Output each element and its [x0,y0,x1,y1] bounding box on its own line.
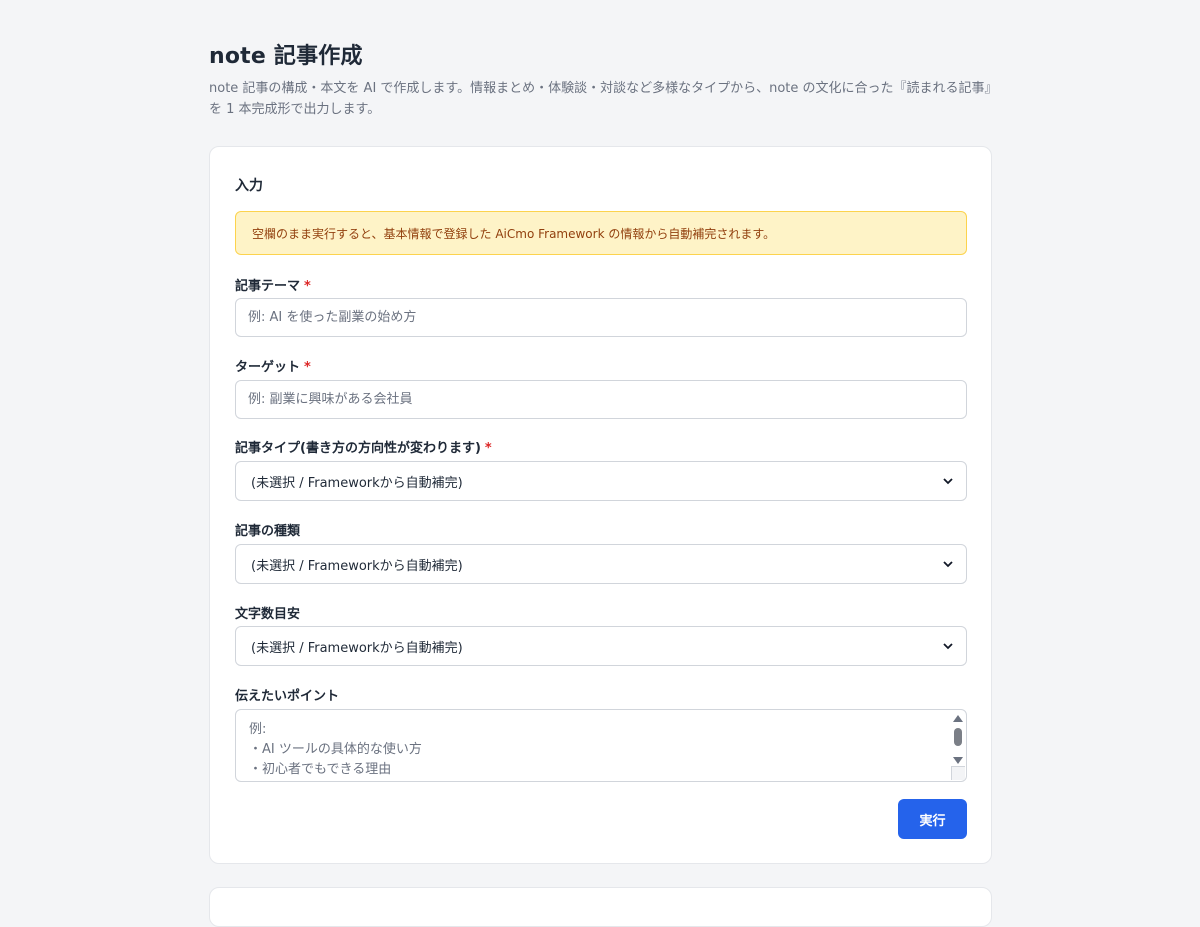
run-button[interactable]: 実行 [898,799,967,839]
page-title: note 記事作成 [209,44,363,69]
length-value: (未選択 / Frameworkから自動補完) [251,640,463,656]
article-type-label: 記事タイプ(書き方の方向性が変わります) * [235,441,492,456]
notice-text: 空欄のまま実行すると、基本情報で登録した AiCmo Framework の情報… [252,226,776,241]
target-label: ターゲット * [235,360,311,375]
theme-label: 記事テーマ * [235,279,311,294]
genre-select[interactable]: (未選択 / Frameworkから自動補完) [235,544,967,584]
required-mark: * [304,360,311,375]
input-card: 入力 空欄のまま実行すると、基本情報で登録した AiCmo Framework … [209,146,992,864]
autofill-notice: 空欄のまま実行すると、基本情報で登録した AiCmo Framework の情報… [235,211,967,255]
output-card [209,887,992,927]
chevron-down-icon [943,561,953,568]
genre-label: 記事の種類 [235,524,301,539]
target-input[interactable] [235,380,967,419]
scroll-up-icon[interactable] [953,715,963,722]
chevron-down-icon [943,643,953,650]
page-description: note 記事の構成・本文を AI で作成します。情報まとめ・体験談・対談など多… [209,81,992,117]
length-select[interactable]: (未選択 / Frameworkから自動補完) [235,626,967,666]
section-title: 入力 [235,178,263,194]
required-mark: * [304,279,311,294]
points-placeholder: 例: ・AI ツールの具体的な使い方 ・初心者でもできる理由 ・実際の収益例 [249,722,422,777]
article-type-value: (未選択 / Frameworkから自動補完) [251,475,463,491]
scroll-thumb[interactable] [954,728,962,746]
points-textarea[interactable]: 例: ・AI ツールの具体的な使い方 ・初心者でもできる理由 ・実際の収益例 [235,709,967,782]
scroll-down-icon[interactable] [953,757,963,764]
length-label: 文字数目安 [235,607,301,622]
required-mark: * [484,441,492,456]
genre-value: (未選択 / Frameworkから自動補完) [251,558,463,574]
resize-handle-icon[interactable] [951,766,965,780]
textarea-scrollbar[interactable] [951,712,965,770]
theme-input[interactable] [235,298,967,337]
points-label: 伝えたいポイント [235,689,340,704]
chevron-down-icon [943,478,953,485]
article-type-select[interactable]: (未選択 / Frameworkから自動補完) [235,461,967,501]
